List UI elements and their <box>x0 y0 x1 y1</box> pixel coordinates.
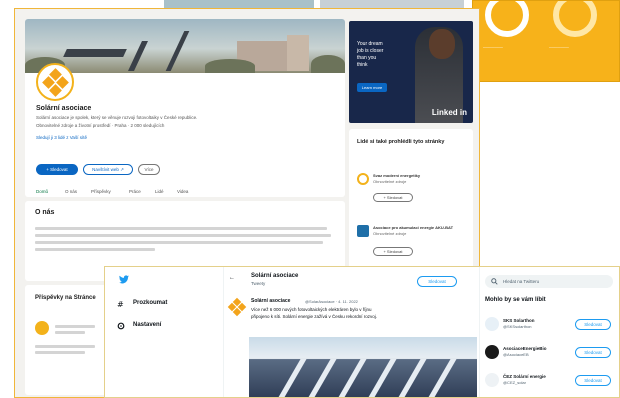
nav-settings[interactable]: Nastavení <box>133 322 161 328</box>
account-name[interactable]: ČEZ Solární energie <box>503 374 546 379</box>
page-name[interactable]: Svaz moderní energetiky <box>373 173 420 178</box>
account-handle: @SKSsolarthon <box>503 324 532 329</box>
infographic-card: ─────── ─────── <box>472 0 620 82</box>
account-avatar <box>485 345 499 359</box>
tab-home[interactable]: Domů <box>36 189 48 194</box>
about-text-line <box>35 227 327 230</box>
who-to-follow-title: Mohlo by se vám líbit <box>485 297 546 303</box>
account-name[interactable]: AsociaceEnergieBio <box>503 346 547 351</box>
company-logo <box>36 63 74 101</box>
account-name[interactable]: SKS Solarthon <box>503 318 535 323</box>
tab-people[interactable]: Lidé <box>155 189 164 194</box>
post-line <box>55 331 85 334</box>
tab-videos[interactable]: Videa <box>177 189 188 194</box>
settings-icon <box>117 322 125 330</box>
tweet-text: připojeno k síti. Solární energie zažívá… <box>251 314 378 319</box>
svg-text:#: # <box>117 300 124 308</box>
cover-photo <box>25 19 345 73</box>
about-text-line <box>35 234 331 237</box>
company-name: Solární asociace <box>36 105 92 112</box>
stat-ring <box>553 1 597 37</box>
page-name[interactable]: Asociace pro akumulaci energie AKU-BAT <box>373 225 453 230</box>
more-button[interactable]: Více <box>138 164 160 175</box>
divider <box>479 267 480 397</box>
tweet-author-avatar <box>227 297 247 317</box>
search-input[interactable]: Hledat na Twitteru <box>485 275 613 288</box>
page-industry: Obnovitelné zdroje <box>373 179 407 184</box>
company-description: Solární asociace je spolek, který se věn… <box>36 115 198 120</box>
infographic-text: ─────── <box>483 45 503 50</box>
company-meta: Obnovitelné zdroje a životní prostředí ·… <box>36 123 165 128</box>
follow-page-button[interactable]: + Sledovat <box>373 193 413 202</box>
account-handle: @AsociaceEB <box>503 352 529 357</box>
about-text-line <box>35 248 155 251</box>
profile-header-sub: Tweety <box>251 281 266 286</box>
search-placeholder: Hledat na Twitteru <box>503 278 540 284</box>
tweet-author-name[interactable]: Solární asociace <box>251 298 290 304</box>
top-photo-strip <box>164 0 464 8</box>
page-industry: Obnovitelné zdroje <box>373 231 407 236</box>
linkedin-logo: Linked in <box>431 108 467 117</box>
tweet-image[interactable] <box>249 337 477 397</box>
similar-pages-title: Lidé si také prohlédli tyto stránky <box>357 139 445 145</box>
follow-button[interactable]: + Sledovat <box>36 164 78 175</box>
followers-in-network[interactable]: Sledují ji 3 lidé z Vaší sítě <box>36 135 87 140</box>
company-profile-card: Solární asociace Solární asociace je spo… <box>25 19 345 197</box>
linkedin-ad[interactable]: Your dream job is closer than you think … <box>349 21 473 123</box>
back-arrow-icon[interactable]: ← <box>229 275 235 281</box>
similar-pages-card: Lidé si také prohlédli tyto stránky Svaz… <box>349 129 473 269</box>
post-line <box>55 325 95 328</box>
post-line <box>35 351 85 354</box>
about-text-line <box>35 241 323 244</box>
ad-photo <box>429 29 455 59</box>
follow-account-button[interactable]: Sledovat <box>575 347 611 358</box>
tweet-handle-date: @SolarAsociace · 4. 11. 2022 <box>305 298 358 304</box>
follow-account-button[interactable]: Sledovat <box>575 319 611 330</box>
sun-icon <box>357 173 369 185</box>
post-line <box>35 345 95 348</box>
search-icon <box>491 278 498 285</box>
twitter-logo-icon[interactable] <box>119 275 129 284</box>
account-avatar <box>485 373 499 387</box>
ad-headline: job is closer <box>357 48 384 54</box>
infographic-text: ─────── <box>549 45 569 50</box>
follow-page-button[interactable]: + Sledovat <box>373 247 413 256</box>
tab-jobs[interactable]: Práce <box>129 189 141 194</box>
ad-headline: think <box>357 62 368 68</box>
tweet-text: Více než 6 000 nových fotovoltaických el… <box>251 307 372 312</box>
divider <box>223 267 224 397</box>
twitter-screenshot: # Prozkoumat Nastavení ← Solární asociac… <box>104 266 620 398</box>
follow-account-button[interactable]: Sledovat <box>575 375 611 386</box>
explore-icon: # <box>117 300 124 308</box>
battery-icon <box>357 225 369 237</box>
ad-headline: than you <box>357 55 377 61</box>
nav-explore[interactable]: Prozkoumat <box>133 300 167 306</box>
profile-header-name: Solární asociace <box>251 273 299 279</box>
follow-button[interactable]: Sledovat <box>417 276 457 287</box>
tab-posts[interactable]: Příspěvky <box>91 189 111 194</box>
account-handle: @CEZ_solar <box>503 380 526 385</box>
account-avatar <box>485 317 499 331</box>
ad-button[interactable]: Learn more <box>357 83 387 92</box>
post-author-avatar <box>35 321 49 335</box>
about-title: O nás <box>35 209 55 216</box>
ad-headline: Your dream <box>357 41 383 47</box>
posts-title: Příspěvky na Stránce <box>35 295 96 301</box>
visit-website-button[interactable]: Navštívit web ↗ <box>83 164 133 175</box>
tab-about[interactable]: O nás <box>65 189 77 194</box>
stat-ring <box>485 1 529 37</box>
